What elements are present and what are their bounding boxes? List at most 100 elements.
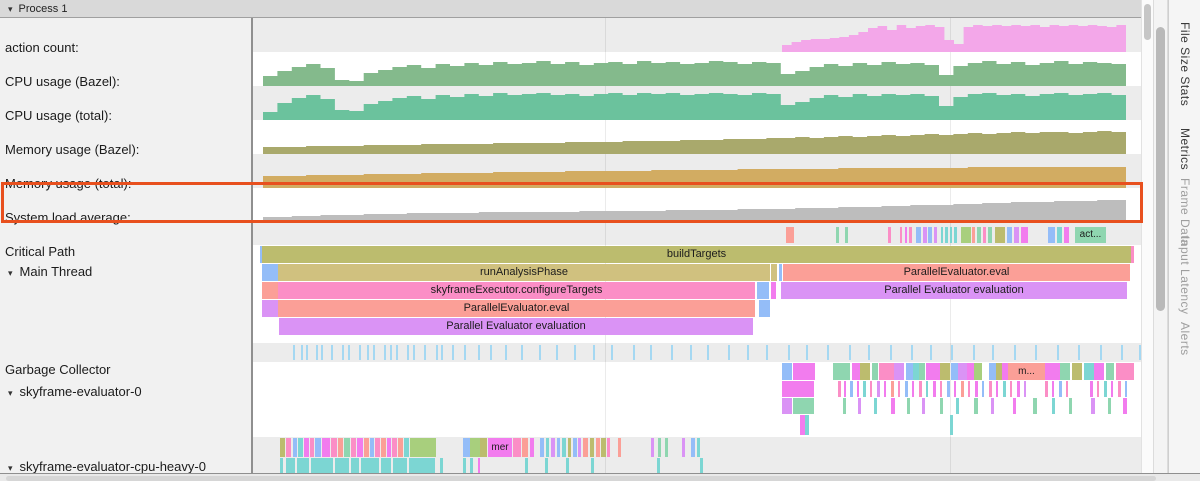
trace-slice[interactable]	[982, 381, 984, 397]
trace-slice[interactable]	[884, 381, 886, 397]
trace-slice[interactable]	[464, 345, 466, 360]
trace-slice[interactable]	[697, 438, 700, 457]
trace-slice[interactable]	[975, 381, 978, 397]
trace-slice[interactable]	[1091, 398, 1095, 414]
trace-slice[interactable]	[351, 458, 359, 473]
trace-slice[interactable]	[361, 458, 379, 473]
trace-slice[interactable]	[870, 381, 872, 397]
flame-bar-skyframeexecutor-configuretargets[interactable]: skyframeExecutor.configureTargets	[278, 282, 755, 299]
trace-slice[interactable]	[991, 398, 994, 414]
flame-bar-parallel-evaluator-evaluation[interactable]: Parallel Evaluator evaluation	[279, 318, 753, 335]
trace-slice[interactable]	[972, 227, 975, 243]
trace-slice[interactable]	[596, 438, 600, 457]
trace-slice[interactable]	[988, 227, 992, 243]
trace-slice[interactable]	[306, 345, 308, 360]
trace-slice[interactable]	[793, 398, 814, 414]
trace-slice[interactable]	[951, 363, 958, 380]
trace-slice[interactable]	[373, 345, 375, 360]
trace-slice[interactable]	[1045, 363, 1060, 380]
trace-slice[interactable]	[658, 438, 661, 457]
trace-slice[interactable]	[954, 381, 956, 397]
trace-slice[interactable]	[513, 438, 521, 457]
flame-bar-parallelevaluator-eval[interactable]: ParallelEvaluator.eval	[783, 264, 1130, 281]
trace-slice[interactable]	[805, 415, 809, 435]
trace-slice[interactable]	[384, 345, 386, 360]
trace-slice[interactable]	[387, 438, 391, 457]
trace-slice[interactable]	[806, 345, 808, 360]
trace-slice[interactable]	[390, 345, 392, 360]
trace-slice[interactable]	[545, 458, 548, 473]
trace-slice[interactable]	[857, 381, 859, 397]
trace-slice[interactable]	[490, 345, 492, 360]
trace-slice[interactable]	[540, 438, 544, 457]
trace-slice[interactable]	[393, 458, 407, 473]
trace-slice[interactable]	[973, 345, 975, 360]
trace-slice[interactable]	[1072, 363, 1082, 380]
tab-input-latency[interactable]: Input Latency	[1178, 236, 1192, 315]
flame-bar-mer[interactable]: mer	[488, 438, 512, 457]
trace-slice[interactable]	[992, 345, 994, 360]
trace-slice[interactable]	[974, 363, 982, 380]
trace-slice[interactable]	[315, 438, 321, 457]
trace-slice[interactable]	[919, 363, 925, 380]
trace-slice[interactable]	[522, 438, 528, 457]
trace-slice[interactable]	[651, 438, 654, 457]
trace-slice[interactable]	[436, 345, 438, 360]
trace-slice[interactable]	[1045, 381, 1048, 397]
trace-slice[interactable]	[707, 345, 709, 360]
trace-slice[interactable]	[1111, 381, 1113, 397]
trace-slice[interactable]	[530, 438, 534, 457]
trace-slice[interactable]	[690, 345, 692, 360]
trace-slice[interactable]	[900, 227, 902, 243]
trace-slice[interactable]	[262, 300, 278, 317]
trace-slice[interactable]	[1048, 227, 1055, 243]
trace-slice[interactable]	[911, 345, 913, 360]
trace-slice[interactable]	[961, 227, 971, 243]
trace-slice[interactable]	[912, 381, 914, 397]
trace-slice[interactable]	[650, 345, 652, 360]
area-chart-memory-usage-bazel[interactable]	[253, 120, 1141, 154]
trace-slice[interactable]	[1118, 381, 1121, 397]
trace-slice[interactable]	[593, 345, 595, 360]
trace-slice[interactable]	[1017, 381, 1020, 397]
trace-slice[interactable]	[262, 264, 278, 281]
trace-slice[interactable]	[583, 438, 588, 457]
trace-slice[interactable]	[940, 363, 950, 380]
trace-slice[interactable]	[505, 345, 507, 360]
trace-slice[interactable]	[926, 363, 940, 380]
trace-slice[interactable]	[907, 398, 910, 414]
trace-slice[interactable]	[607, 438, 610, 457]
trace-slice[interactable]	[1108, 398, 1111, 414]
trace-slice[interactable]	[682, 438, 685, 457]
trace-slice[interactable]	[525, 458, 528, 473]
trace-slice[interactable]	[977, 227, 981, 243]
trace-slice[interactable]	[293, 345, 295, 360]
trace-slice[interactable]	[951, 345, 953, 360]
trace-slice[interactable]	[310, 438, 314, 457]
trace-slice[interactable]	[793, 363, 815, 380]
trace-slice[interactable]	[961, 381, 964, 397]
trace-slice[interactable]	[463, 438, 470, 457]
trace-slice[interactable]	[357, 438, 363, 457]
trace-slice[interactable]	[916, 227, 921, 243]
trace-slice[interactable]	[344, 438, 350, 457]
trace-slice[interactable]	[546, 438, 549, 457]
trace-slice[interactable]	[766, 345, 768, 360]
trace-slice[interactable]	[863, 381, 866, 397]
trace-slice[interactable]	[836, 227, 839, 243]
trace-slice[interactable]	[1033, 398, 1037, 414]
page-vertical-scrollbar[interactable]	[1153, 0, 1168, 473]
trace-slice[interactable]	[441, 345, 443, 360]
trace-slice[interactable]	[950, 227, 952, 243]
trace-slice[interactable]	[771, 264, 777, 281]
trace-slice[interactable]	[983, 227, 986, 243]
trace-slice[interactable]	[364, 438, 369, 457]
trace-slice[interactable]	[375, 438, 380, 457]
trace-slice[interactable]	[771, 282, 776, 299]
trace-slice[interactable]	[478, 458, 480, 473]
trace-slice[interactable]	[909, 227, 912, 243]
trace-slice[interactable]	[331, 438, 337, 457]
trace-slice[interactable]	[956, 398, 959, 414]
trace-slice[interactable]	[1024, 381, 1026, 397]
trace-slice[interactable]	[928, 227, 932, 243]
